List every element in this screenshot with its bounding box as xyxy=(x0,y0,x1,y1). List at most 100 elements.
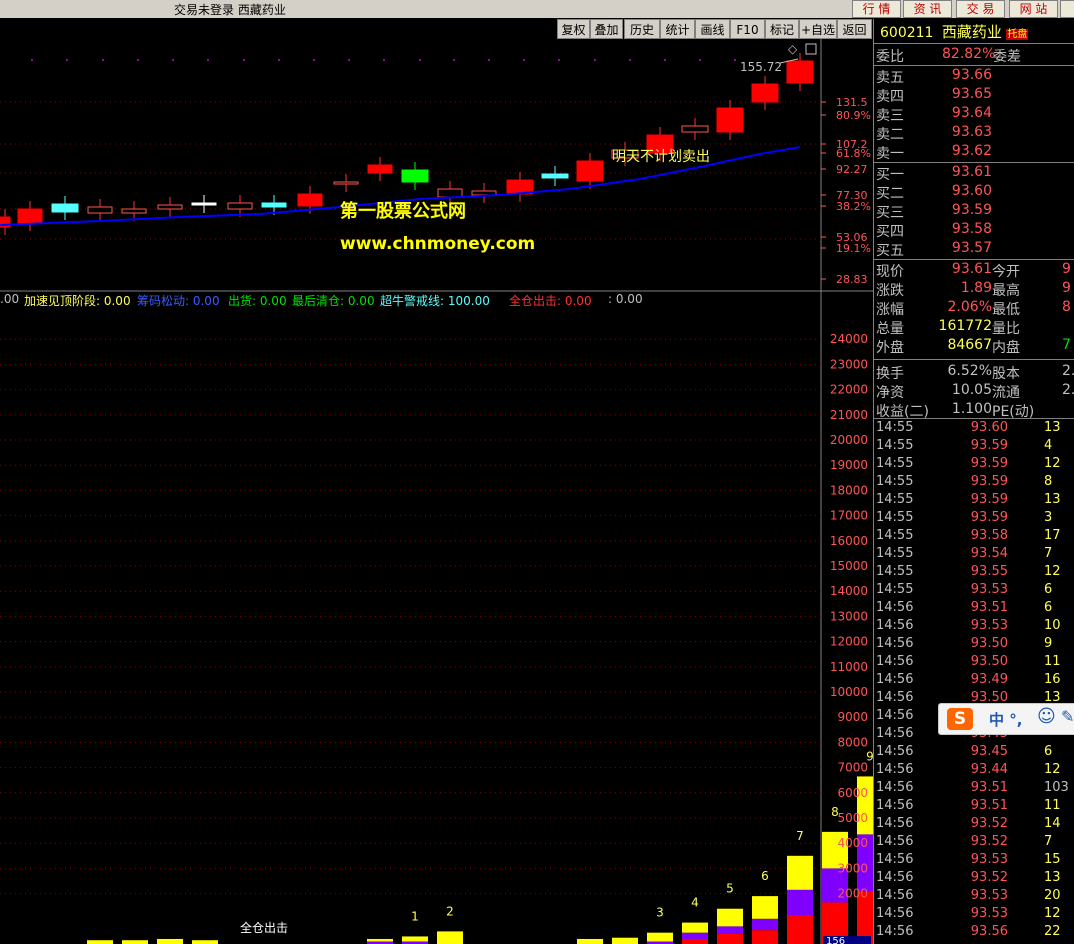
fundamental-value: 2. xyxy=(1062,363,1074,379)
bid-price: 93.57 xyxy=(951,240,992,256)
top-dot xyxy=(137,59,139,61)
top-dot xyxy=(419,59,421,61)
pen-icon[interactable]: ✎ xyxy=(1061,707,1074,726)
tick-time: 14:55 xyxy=(876,492,914,507)
top-dot xyxy=(383,59,385,61)
ask-level-label: 卖四 xyxy=(876,89,904,105)
quote-label: 最高 xyxy=(992,283,1020,299)
volume-axis-label: 17000 xyxy=(830,509,868,523)
quote-value: 84667 xyxy=(947,337,992,353)
indicator-item: 最后清仓: 0.00 xyxy=(292,294,375,308)
ask-price: 93.66 xyxy=(951,67,992,83)
volume-bar-segment xyxy=(787,889,813,916)
nav-news-button[interactable]: 资 讯 xyxy=(903,0,952,18)
title-bar: 交易未登录 西藏药业 行 情 资 讯 交 易 网 站 xyxy=(0,0,1074,18)
tick-time: 14:56 xyxy=(876,654,914,669)
window-toggle-icon[interactable] xyxy=(805,43,817,55)
candle-body xyxy=(681,125,709,133)
tick-price: 93.49 xyxy=(970,672,1008,687)
f10-button[interactable]: F10 xyxy=(730,19,765,39)
draw-line-button[interactable]: 画线 xyxy=(695,19,730,39)
chart-area[interactable]: 明天不计划卖出 155.72 第一股票公式网 www.chnmoney.com … xyxy=(0,39,873,944)
overlay-button[interactable]: 叠加 xyxy=(590,19,623,39)
candle-body xyxy=(87,206,113,214)
fundamental-label: 股本 xyxy=(992,366,1020,382)
add-watchlist-button[interactable]: +自选 xyxy=(799,19,837,39)
statistics-button[interactable]: 统计 xyxy=(660,19,695,39)
nav-trade-button[interactable]: 交 易 xyxy=(956,0,1005,18)
tick-time: 14:56 xyxy=(876,726,914,741)
candle-body xyxy=(191,202,217,206)
tick-volume: 6 xyxy=(1044,744,1053,759)
candle-body xyxy=(786,60,814,84)
price-axis-label: 19.1% xyxy=(836,242,871,255)
quote-value: 161772 xyxy=(938,318,992,334)
volume-axis-label: 2000 xyxy=(837,887,868,901)
restore-rights-button[interactable]: 复权 xyxy=(557,19,590,39)
tick-volume: 16 xyxy=(1044,672,1061,687)
volume-bar-label: 7 xyxy=(796,829,804,843)
tick-time: 14:56 xyxy=(876,600,914,615)
tick-price: 93.53 xyxy=(970,618,1008,633)
candle-body xyxy=(261,202,287,208)
volume-axis-label: 19000 xyxy=(830,458,868,472)
top-dot xyxy=(172,59,174,61)
volume-bar-segment xyxy=(787,855,813,890)
tick-time: 14:56 xyxy=(876,798,914,813)
watermark-url: www.chnmoney.com xyxy=(340,234,535,254)
history-button[interactable]: 历史 xyxy=(624,19,660,39)
bid-level-label: 买二 xyxy=(876,186,904,202)
top-dot xyxy=(31,59,33,61)
back-button[interactable]: 返回 xyxy=(837,19,872,39)
stock-code: 600211 xyxy=(880,25,934,41)
tick-price: 93.53 xyxy=(970,906,1008,921)
candle-body xyxy=(51,203,79,213)
tick-volume: 7 xyxy=(1044,546,1053,561)
bid-level-label: 买一 xyxy=(876,167,904,183)
top-dot xyxy=(488,59,490,61)
volume-bar-segment xyxy=(87,940,113,944)
quote-value: 2.06% xyxy=(947,299,992,315)
volume-axis-label: 23000 xyxy=(830,357,868,371)
indicator-item: : 0.00 xyxy=(608,292,643,306)
candle-body xyxy=(541,173,569,179)
stock-name: 西藏药业 xyxy=(941,23,1002,41)
nav-website-button[interactable]: 网 站 xyxy=(1009,0,1058,18)
mark-button[interactable]: 标记 xyxy=(765,19,799,39)
tick-volume: 17 xyxy=(1044,528,1061,543)
fundamental-value: 2. xyxy=(1062,382,1074,398)
tick-volume: 12 xyxy=(1044,564,1061,579)
tick-price: 93.51 xyxy=(970,798,1008,813)
ime-mode-label[interactable]: 中 °, xyxy=(989,709,1022,730)
top-dot xyxy=(664,59,666,61)
tick-time: 14:56 xyxy=(876,762,914,777)
tick-price: 93.50 xyxy=(970,654,1008,669)
ime-toolbar[interactable]: S 中 °, ☺ ✎ xyxy=(938,703,1074,735)
volume-bar-segment xyxy=(612,937,638,944)
nav-more-button[interactable] xyxy=(1060,0,1074,18)
volume-axis-label: 8000 xyxy=(837,735,868,749)
tick-time: 14:55 xyxy=(876,438,914,453)
indicator-item: 筹码松动: 0.00 xyxy=(137,294,220,308)
tick-volume: 10 xyxy=(1044,618,1061,633)
tick-volume: 6 xyxy=(1044,600,1053,615)
tick-volume: 12 xyxy=(1044,456,1061,471)
emoji-icon[interactable]: ☺ xyxy=(1037,706,1056,727)
sogou-logo-icon[interactable]: S xyxy=(947,708,973,730)
tick-time: 14:56 xyxy=(876,618,914,633)
volume-bar-segment xyxy=(402,936,428,942)
bid-price: 93.58 xyxy=(951,221,992,237)
tick-volume: 3 xyxy=(1044,510,1053,525)
candle-body xyxy=(576,160,604,182)
ask-price: 93.65 xyxy=(951,86,992,102)
volume-bar-segment xyxy=(367,938,393,942)
tick-volume: 4 xyxy=(1044,438,1053,453)
candle-body xyxy=(297,193,323,207)
indicator-item: 全仓出击: 0.00 xyxy=(509,294,592,308)
bottom-tag: 156 xyxy=(826,936,845,944)
nav-market-button[interactable]: 行 情 xyxy=(852,0,901,18)
tick-time: 14:55 xyxy=(876,546,914,561)
volume-axis-label: 3000 xyxy=(837,861,868,875)
quote-panel: 600211 西藏药业 托盘 委比 82.82% 委差 卖五 93.66 卖四 93.… xyxy=(873,19,1074,944)
tick-price: 93.56 xyxy=(970,924,1008,939)
